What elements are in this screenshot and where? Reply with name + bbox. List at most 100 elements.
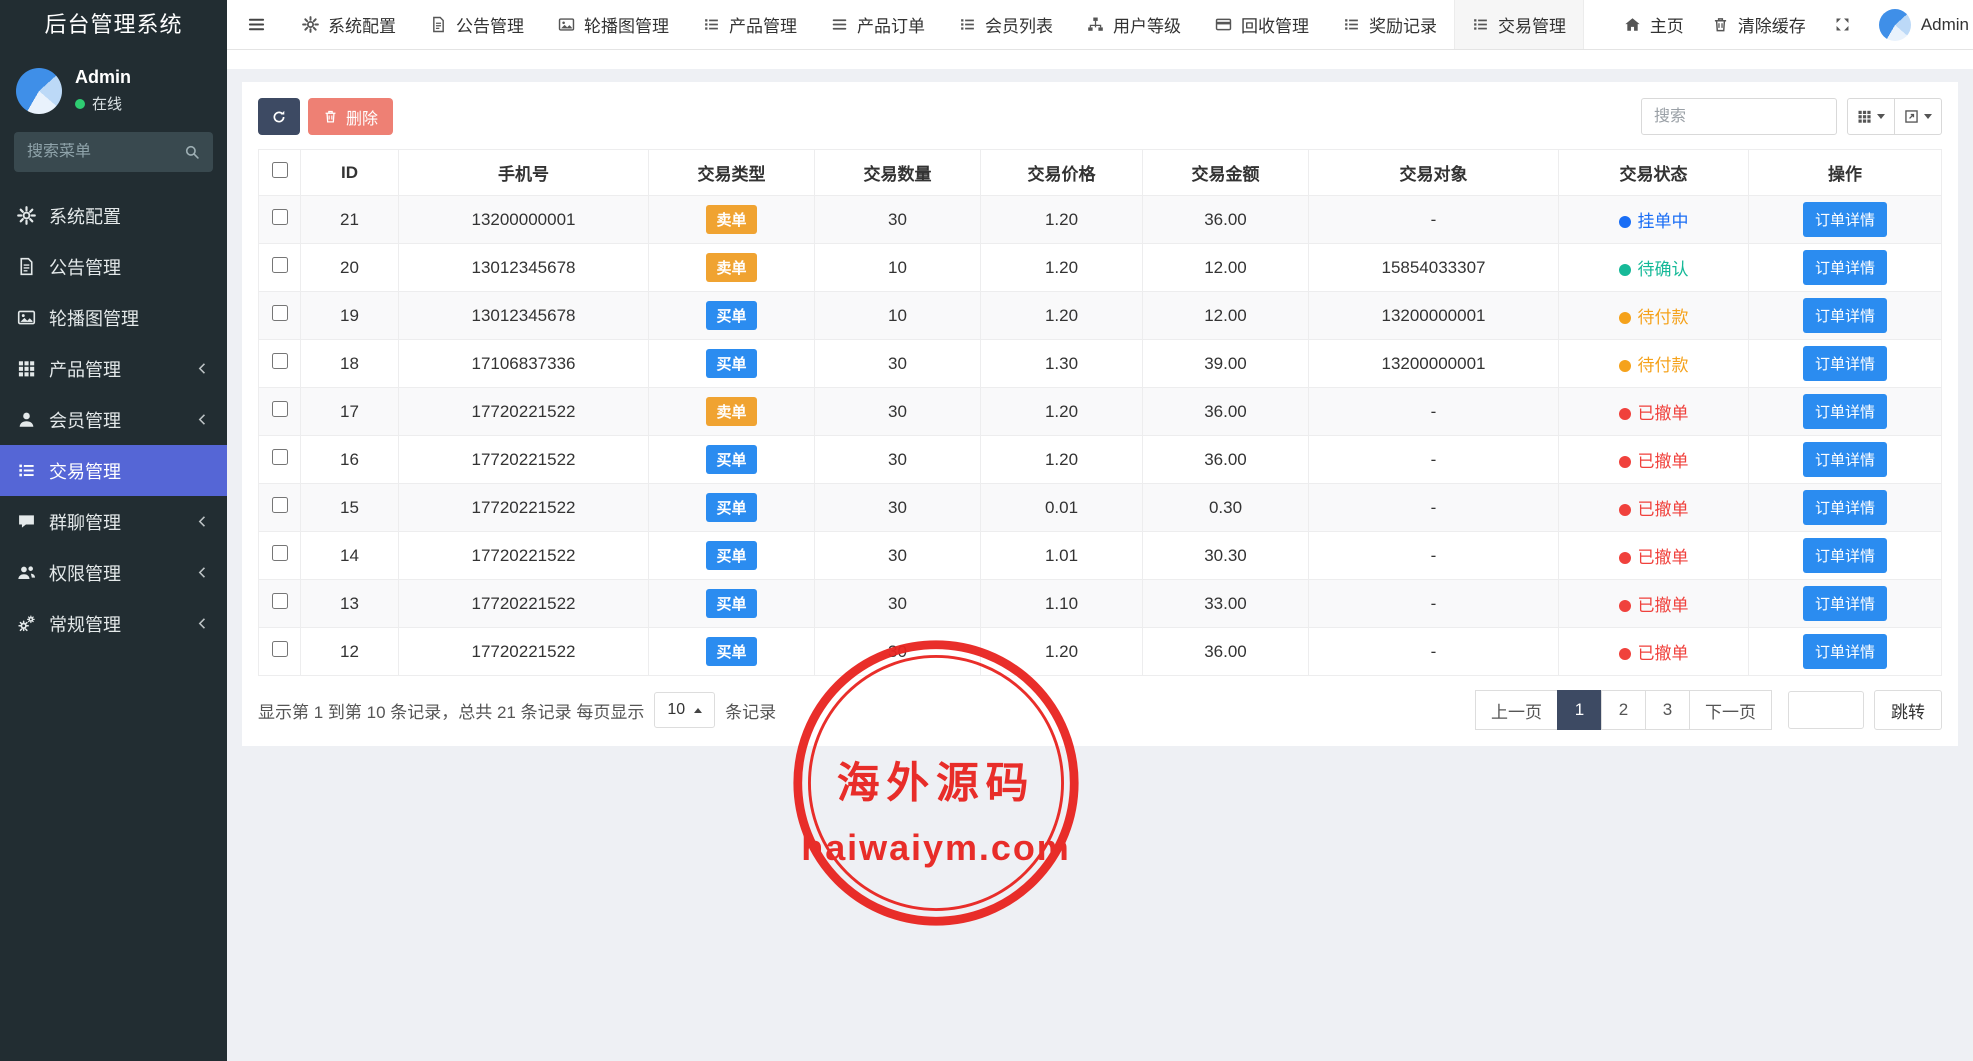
order-detail-button[interactable]: 订单详情 — [1803, 202, 1887, 237]
page-size-selector[interactable]: 10 — [654, 692, 715, 728]
cell-price: 1.20 — [981, 436, 1143, 484]
navbar-tab[interactable]: 会员列表 — [942, 0, 1070, 49]
sidebar-item[interactable]: 群聊管理 — [0, 496, 227, 547]
refresh-button[interactable] — [258, 98, 300, 135]
sidebar-item[interactable]: 系统配置 — [0, 190, 227, 241]
sidebar-item[interactable]: 常规管理 — [0, 598, 227, 649]
pagination-info: 显示第 1 到第 10 条记录，总共 21 条记录 每页显示 10 条记录 — [258, 692, 776, 728]
prev-page-button[interactable]: 上一页 — [1475, 690, 1558, 730]
refresh-icon — [271, 109, 287, 125]
navbar-tab[interactable]: 轮播图管理 — [541, 0, 686, 49]
order-detail-button[interactable]: 订单详情 — [1803, 346, 1887, 381]
cell-qty: 30 — [815, 436, 981, 484]
home-label: 主页 — [1650, 12, 1684, 37]
row-checkbox[interactable] — [272, 593, 288, 609]
clear-cache-link[interactable]: 清除缓存 — [1712, 12, 1806, 37]
export-button[interactable] — [1894, 98, 1942, 135]
column-header: 交易对象 — [1309, 150, 1559, 196]
file-icon — [17, 257, 36, 276]
order-detail-button[interactable]: 订单详情 — [1803, 394, 1887, 429]
navbar-tab[interactable]: 回收管理 — [1198, 0, 1326, 49]
cell-status: 已撤单 — [1559, 532, 1749, 580]
page-number-button[interactable]: 1 — [1557, 690, 1602, 730]
navbar-tab[interactable]: 用户等级 — [1070, 0, 1198, 49]
cell-target: - — [1309, 436, 1559, 484]
status-dot-icon — [1619, 552, 1631, 564]
status-dot-icon — [1619, 456, 1631, 468]
navbar-tab-label: 奖励记录 — [1369, 12, 1437, 37]
order-detail-button[interactable]: 订单详情 — [1803, 490, 1887, 525]
trade-type-badge: 卖单 — [706, 205, 756, 234]
stamp-center-text: 海外源码 — [837, 759, 1036, 809]
row-checkbox[interactable] — [272, 209, 288, 225]
sidebar-item[interactable]: 轮播图管理 — [0, 292, 227, 343]
sidebar-item[interactable]: 权限管理 — [0, 547, 227, 598]
page-number-button[interactable]: 3 — [1645, 690, 1690, 730]
navbar-tab[interactable]: 产品订单 — [814, 0, 942, 49]
navbar-tab[interactable]: 公告管理 — [413, 0, 541, 49]
sidebar-search-input[interactable] — [27, 143, 184, 161]
cell-status: 待付款 — [1559, 340, 1749, 388]
jump-page-input[interactable] — [1788, 691, 1864, 729]
navbar-user[interactable]: Admin — [1879, 9, 1969, 41]
cell-phone: 13012345678 — [399, 244, 649, 292]
cell-id: 17 — [301, 388, 399, 436]
file-icon — [430, 16, 447, 33]
fullscreen-button[interactable] — [1834, 16, 1851, 33]
status-dot-icon — [1619, 408, 1631, 420]
sidebar-item[interactable]: 公告管理 — [0, 241, 227, 292]
column-header: ID — [301, 150, 399, 196]
sidebar-item[interactable]: 交易管理 — [0, 445, 227, 496]
cell-phone: 17106837336 — [399, 340, 649, 388]
navbar-tab[interactable]: 系统配置 — [285, 0, 413, 49]
order-detail-button[interactable]: 订单详情 — [1803, 250, 1887, 285]
table-search-input[interactable] — [1641, 98, 1837, 135]
sidebar-item-label: 产品管理 — [49, 356, 121, 382]
row-checkbox[interactable] — [272, 401, 288, 417]
hamburger-menu-button[interactable] — [227, 0, 285, 49]
row-checkbox[interactable] — [272, 449, 288, 465]
navbar-tab-label: 会员列表 — [985, 12, 1053, 37]
trade-type-badge: 买单 — [706, 349, 756, 378]
user-status-label: 在线 — [92, 93, 122, 114]
cell-amount: 12.00 — [1143, 292, 1309, 340]
order-detail-button[interactable]: 订单详情 — [1803, 298, 1887, 333]
row-checkbox[interactable] — [272, 257, 288, 273]
sidebar-item[interactable]: 产品管理 — [0, 343, 227, 394]
page-number-button[interactable]: 2 — [1601, 690, 1646, 730]
transactions-table: ID手机号交易类型交易数量交易价格交易金额交易对象交易状态操作 21 13200… — [258, 149, 1942, 676]
row-checkbox[interactable] — [272, 545, 288, 561]
navbar-tab-label: 用户等级 — [1113, 12, 1181, 37]
sidebar-item[interactable]: 会员管理 — [0, 394, 227, 445]
navbar-tab[interactable]: 产品管理 — [686, 0, 814, 49]
column-header: 交易金额 — [1143, 150, 1309, 196]
delete-button[interactable]: 删除 — [308, 98, 393, 135]
navbar-tab-label: 产品管理 — [729, 12, 797, 37]
navbar-tab-label: 交易管理 — [1498, 12, 1566, 37]
columns-toggle-button[interactable] — [1847, 98, 1895, 135]
jump-button[interactable]: 跳转 — [1874, 690, 1942, 730]
row-checkbox[interactable] — [272, 305, 288, 321]
navbar-tab-label: 产品订单 — [857, 12, 925, 37]
sidebar-item-label: 交易管理 — [49, 458, 121, 484]
cell-amount: 36.00 — [1143, 436, 1309, 484]
list-icon — [959, 16, 976, 33]
row-checkbox[interactable] — [272, 353, 288, 369]
order-detail-button[interactable]: 订单详情 — [1803, 634, 1887, 669]
trade-type-badge: 买单 — [706, 541, 756, 570]
next-page-button[interactable]: 下一页 — [1689, 690, 1772, 730]
cell-target: - — [1309, 580, 1559, 628]
select-all-checkbox[interactable] — [272, 162, 288, 178]
row-checkbox[interactable] — [272, 641, 288, 657]
home-link[interactable]: 主页 — [1624, 12, 1684, 37]
cell-amount: 30.30 — [1143, 532, 1309, 580]
navbar-tab[interactable]: 奖励记录 — [1326, 0, 1454, 49]
order-detail-button[interactable]: 订单详情 — [1803, 586, 1887, 621]
row-checkbox[interactable] — [272, 497, 288, 513]
cell-status: 待确认 — [1559, 244, 1749, 292]
order-detail-button[interactable]: 订单详情 — [1803, 442, 1887, 477]
caret-up-icon — [694, 708, 702, 713]
navbar-tab[interactable]: 交易管理 — [1454, 0, 1584, 49]
order-detail-button[interactable]: 订单详情 — [1803, 538, 1887, 573]
users-icon — [17, 563, 36, 582]
